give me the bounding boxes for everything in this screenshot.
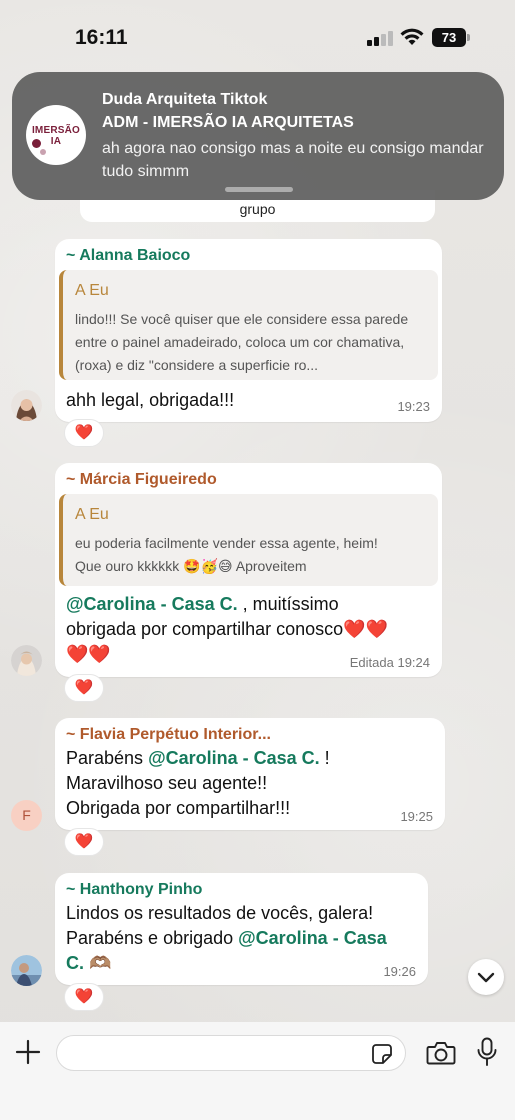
status-bar: 16:11 73 [0, 0, 515, 72]
message-line: Obrigada por compartilhar!!! [66, 798, 291, 818]
battery-tip [467, 34, 470, 41]
notification-avatar: IMERSÃO IA [26, 105, 86, 165]
quoted-text-line: eu poderia facilmente vender essa agente… [75, 535, 378, 551]
message-text: ahh legal, obrigada!!! [66, 390, 235, 410]
message-time: 19:23 [397, 399, 430, 414]
plus-icon[interactable] [14, 1038, 42, 1066]
message-line: Parabéns @Carolina - Casa C. ! [66, 746, 436, 771]
message-line: Maravilhoso seu agente!! [66, 773, 268, 793]
message-sender: ~ Flavia Perpétuo Interior... [66, 726, 271, 743]
reaction-badge[interactable]: ❤️ [64, 674, 104, 702]
message-bubble[interactable]: ~ Hanthony Pinho Lindos os resultados de… [55, 873, 428, 985]
microphone-icon[interactable] [476, 1037, 498, 1067]
message-bubble[interactable]: ~ Alanna Baioco A Eu lindo!!! Se você qu… [55, 239, 442, 422]
message-input[interactable] [56, 1035, 406, 1071]
message-text-fragment: 🫶🏽 [84, 953, 112, 973]
message-bubble[interactable]: ~ Márcia Figueiredo A Eu eu poderia faci… [55, 463, 442, 677]
message-text: Lindos os resultados de vocês, galera! P… [66, 901, 426, 976]
wifi-icon [400, 28, 424, 45]
quoted-text: eu poderia facilmente vender essa agente… [75, 532, 435, 578]
quoted-author: A Eu [75, 282, 109, 299]
avatar-photo-icon [11, 390, 42, 421]
message-line: @Carolina - Casa C. , muitíssimo [66, 592, 436, 617]
reaction-badge[interactable]: ❤️ [64, 828, 104, 856]
quoted-message[interactable]: A Eu eu poderia facilmente vender essa a… [59, 494, 438, 586]
message-time: 19:25 [400, 809, 433, 824]
message-text-fragment: obrigada por compartilhar conosco [66, 619, 344, 639]
heart-emoji: ❤️❤️ [66, 644, 111, 664]
message-sender: ~ Hanthony Pinho [66, 881, 203, 898]
cellular-signal-icon [367, 30, 393, 46]
avatar[interactable]: F [11, 800, 42, 831]
avatar-logo-text: IMERSÃO IA [31, 125, 81, 147]
mention-link[interactable]: @Carolina - Casa C. [66, 594, 238, 614]
message-line: Parabéns e obrigado @Carolina - Casa [66, 926, 426, 951]
reaction-badge[interactable]: ❤️ [64, 983, 104, 1011]
message-line: obrigada por compartilhar conosco❤️❤️ [66, 617, 436, 642]
notification-group: ADM - IMERSÃO IA ARQUITETAS [102, 114, 354, 131]
message-text-fragment: Parabéns e obrigado [66, 928, 239, 948]
avatar-photo-icon [11, 645, 42, 676]
mention-link[interactable]: @Carolina - Casa [238, 928, 387, 948]
quoted-text: lindo!!! Se você quiser que ele consider… [75, 311, 409, 373]
quoted-message[interactable]: A Eu lindo!!! Se você quiser que ele con… [59, 270, 438, 380]
reaction-badge[interactable]: ❤️ [64, 419, 104, 447]
chevron-down-icon [477, 972, 495, 983]
heart-emoji: ❤️❤️ [343, 619, 388, 639]
scroll-to-bottom-button[interactable] [468, 959, 504, 995]
notification-message: ah agora nao consigo mas a noite eu cons… [102, 140, 484, 180]
message-bubble[interactable]: ~ Flavia Perpétuo Interior... Parabéns @… [55, 718, 445, 830]
avatar[interactable] [11, 955, 42, 986]
battery-indicator: 73 [432, 28, 466, 47]
message-line: C. 🫶🏽 [66, 951, 426, 976]
message-sender: ~ Alanna Baioco [66, 247, 191, 264]
partial-message-text: grupo [239, 201, 276, 217]
avatar-logo-dot-small [40, 149, 46, 155]
message-text: Parabéns @Carolina - Casa C. ! Maravilho… [66, 746, 436, 821]
message-time: 19:26 [383, 964, 416, 979]
sticker-icon[interactable] [371, 1043, 393, 1065]
avatar-photo-icon [11, 955, 42, 986]
mention-link[interactable]: C. [66, 953, 84, 973]
message-text-fragment: Parabéns [66, 748, 149, 768]
avatar[interactable] [11, 645, 42, 676]
notification-sender: Duda Arquiteta Tiktok [102, 91, 268, 108]
message-text-fragment: ! [319, 748, 330, 768]
quoted-author: A Eu [75, 506, 109, 523]
status-time: 16:11 [75, 26, 128, 49]
message-text-fragment: , muitíssimo [237, 594, 339, 614]
message-sender: ~ Márcia Figueiredo [66, 471, 217, 488]
camera-icon[interactable] [426, 1040, 456, 1066]
notification-drag-handle[interactable] [225, 187, 293, 192]
avatar-initial: F [22, 807, 31, 823]
mention-link[interactable]: @Carolina - Casa C. [148, 748, 320, 768]
notification-banner[interactable]: IMERSÃO IA Duda Arquiteta Tiktok ADM - I… [12, 72, 504, 200]
avatar[interactable] [11, 390, 42, 421]
quoted-text-line: Que ouro kkkkkk 🤩🥳😅 Aproveitem [75, 558, 307, 574]
message-line: Lindos os resultados de vocês, galera! [66, 903, 374, 923]
message-time: Editada 19:24 [349, 655, 430, 670]
